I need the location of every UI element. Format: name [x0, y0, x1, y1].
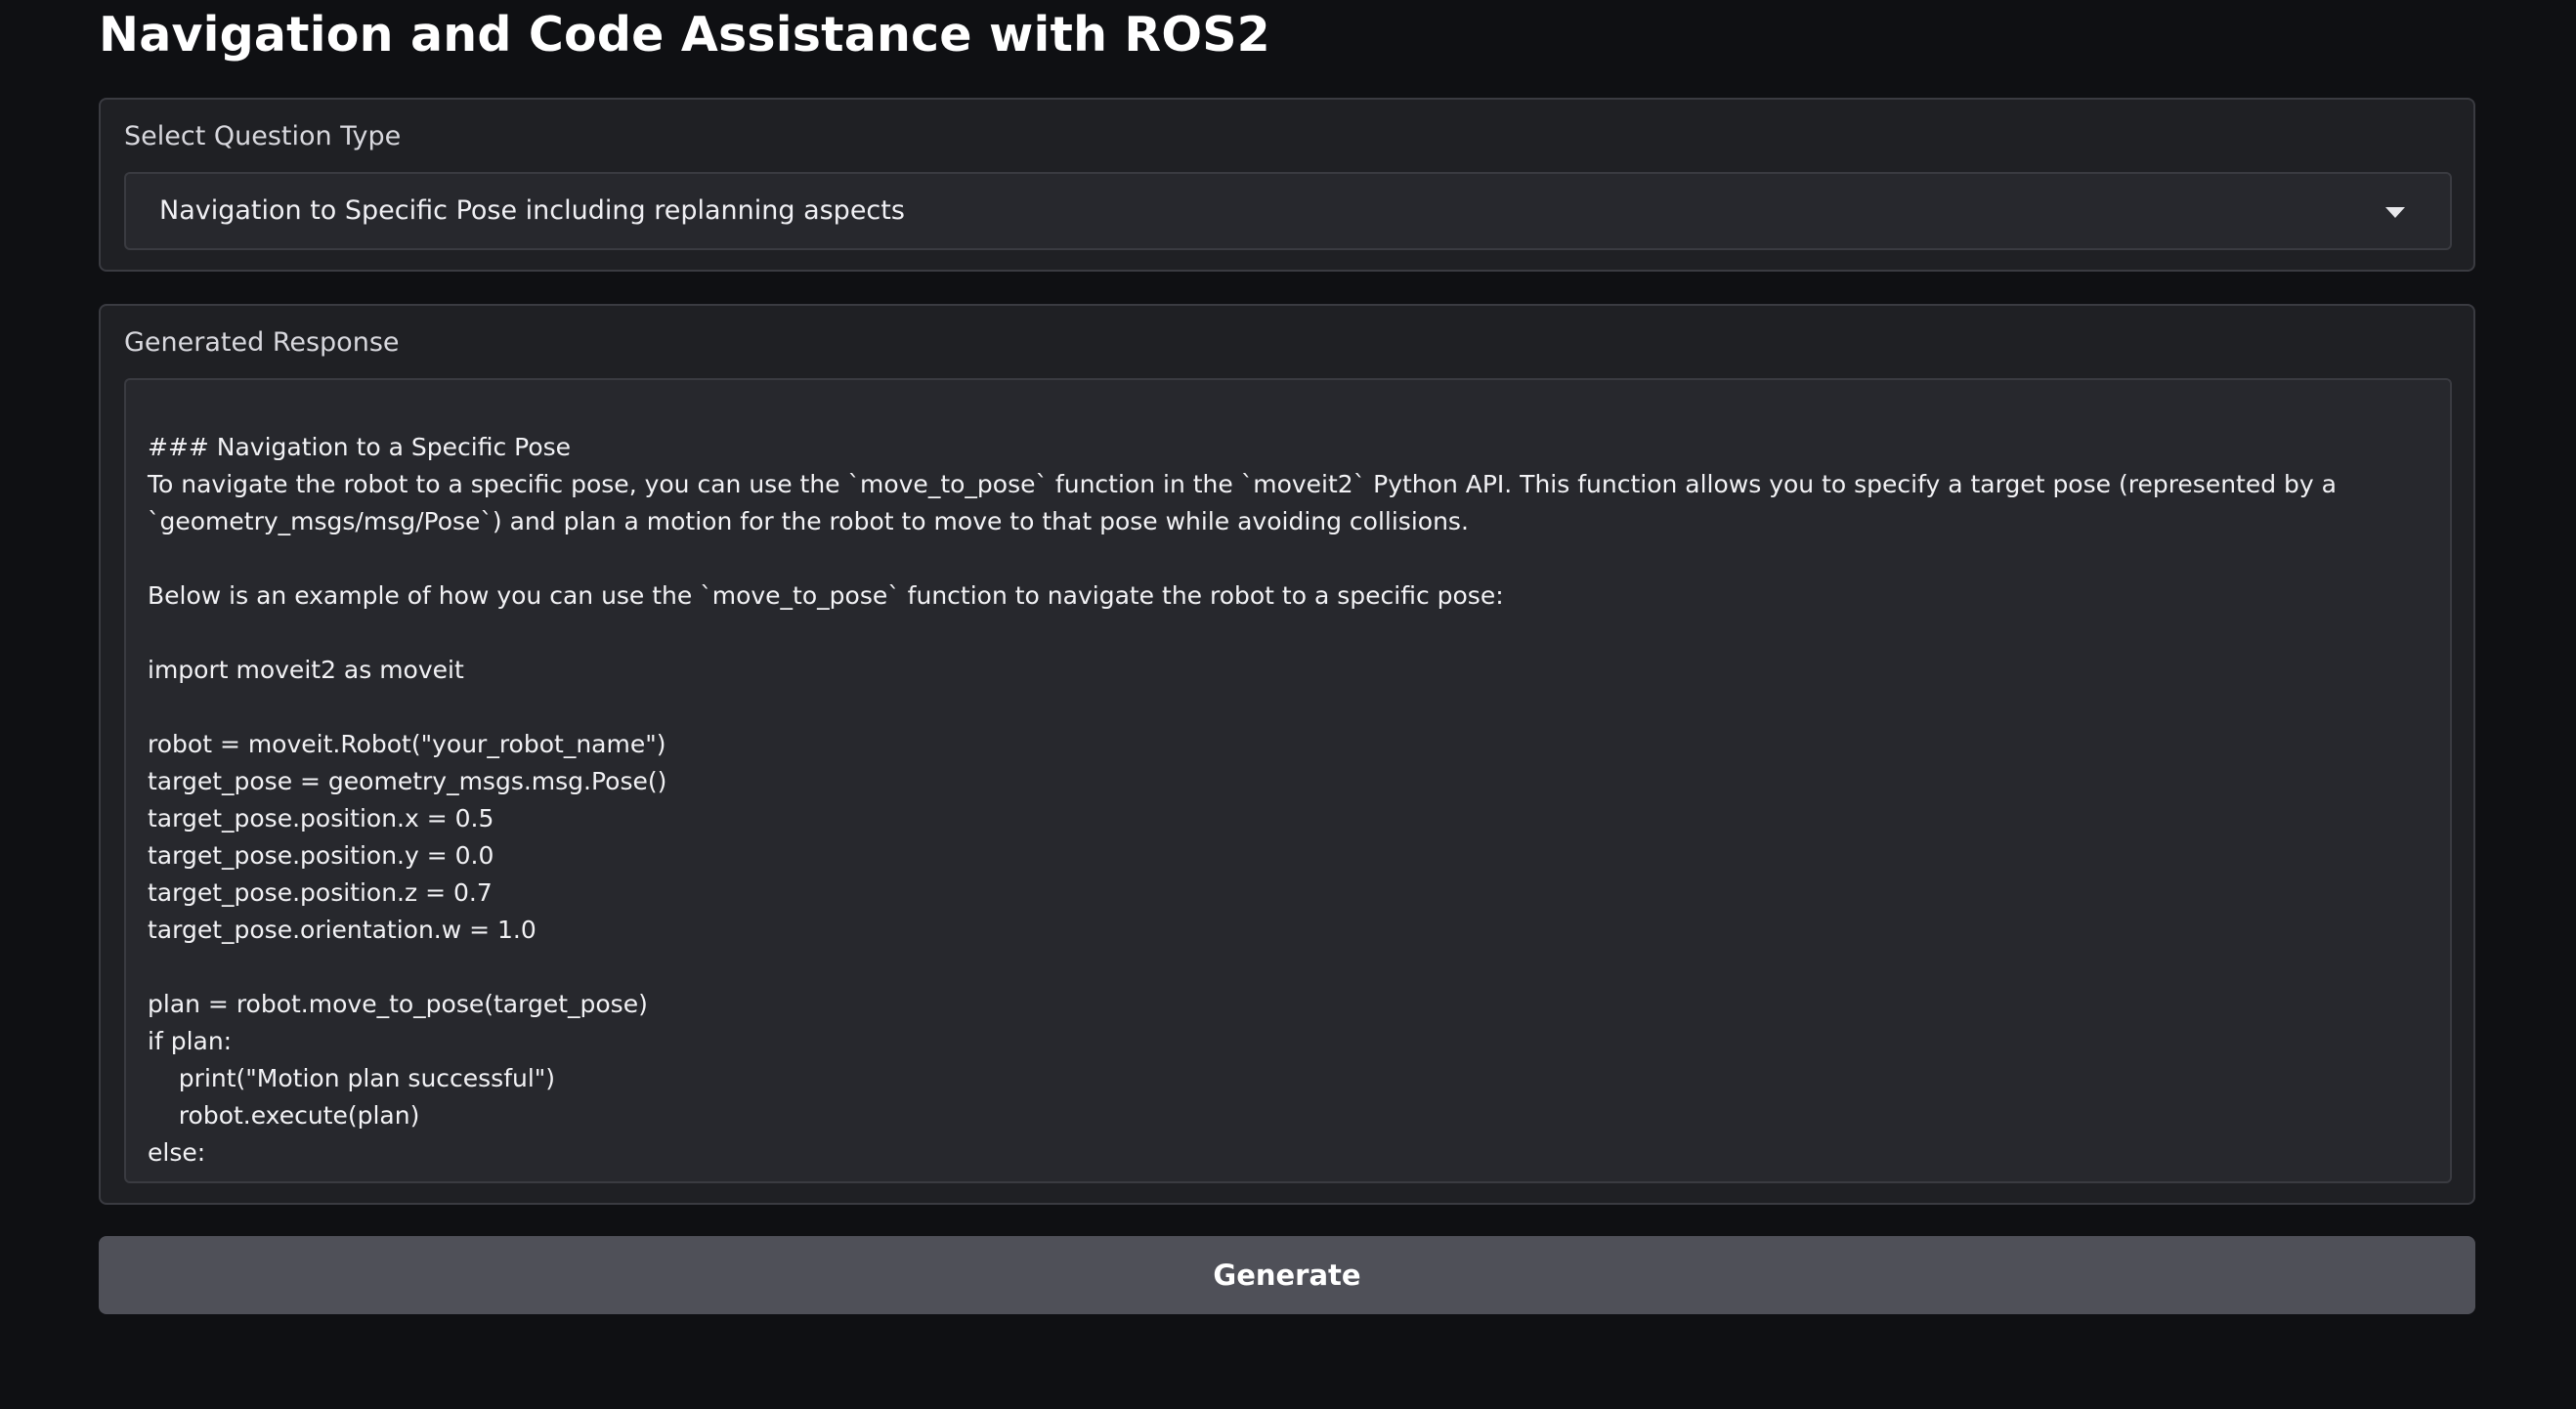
- question-type-label: Select Question Type: [124, 121, 402, 151]
- question-type-selected-value: Navigation to Specific Pose including re…: [159, 195, 905, 226]
- generate-button[interactable]: Generate: [99, 1236, 2475, 1314]
- question-type-panel: Select Question Type Navigation to Speci…: [99, 98, 2475, 272]
- generated-response-textarea[interactable]: ### Navigation to a Specific Pose To nav…: [124, 378, 2452, 1183]
- chevron-down-icon[interactable]: [2385, 207, 2405, 218]
- app-container: Navigation and Code Assistance with ROS2…: [0, 0, 2576, 1409]
- page-title: Navigation and Code Assistance with ROS2: [99, 7, 1270, 63]
- generated-response-text: ### Navigation to a Specific Pose To nav…: [148, 433, 2337, 1167]
- generated-response-panel: Generated Response ### Navigation to a S…: [99, 304, 2475, 1205]
- question-type-dropdown[interactable]: Navigation to Specific Pose including re…: [124, 172, 2452, 250]
- generated-response-label: Generated Response: [124, 327, 400, 358]
